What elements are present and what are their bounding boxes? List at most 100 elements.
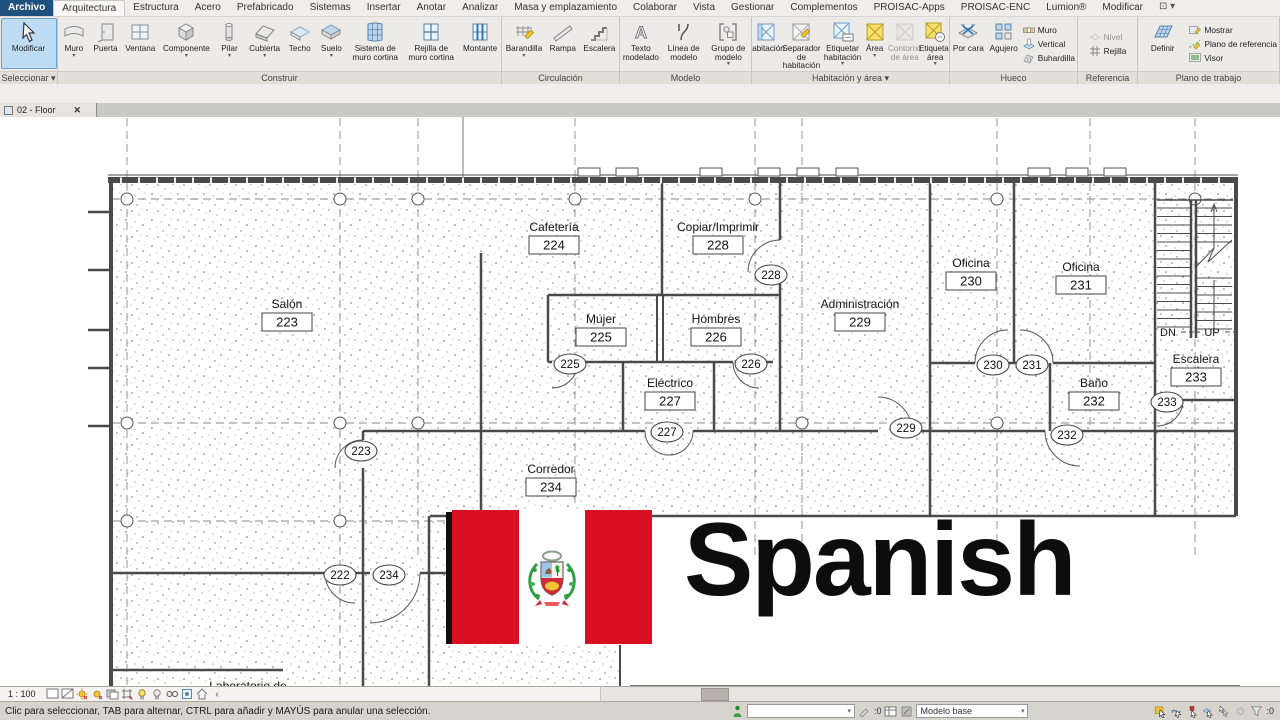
shadows-off-icon[interactable] (91, 688, 104, 700)
room-label-corredor-234[interactable]: Corredor (527, 462, 574, 476)
menu-tab-masa-y-emplazamiento[interactable]: Masa y emplazamiento (506, 0, 625, 16)
door-tag-222[interactable]: 222 (330, 570, 349, 582)
door-tag-231[interactable]: 231 (1022, 360, 1041, 372)
door-tag-228[interactable]: 228 (761, 270, 780, 282)
door-tag-227[interactable]: 227 (657, 427, 676, 439)
selection-filter-icon[interactable] (1250, 705, 1263, 718)
worksharing-user-icon[interactable] (731, 705, 744, 718)
menu-tab-analizar[interactable]: Analizar (454, 0, 506, 16)
ribbon-button-plano-de-referencia[interactable]: Plano de referencia (1189, 37, 1277, 51)
shaded-mode-icon[interactable] (61, 688, 74, 700)
ribbon-button-separador-de-habitaci-n[interactable]: Separador de habitación (779, 18, 824, 70)
ribbon-button-rea[interactable]: Área ▾ (861, 18, 888, 69)
menu-tab-sistemas[interactable]: Sistemas (302, 0, 359, 16)
reveal-hidden-icon[interactable] (166, 688, 179, 700)
drag-on-selection-icon[interactable] (1218, 704, 1231, 718)
crop-view-icon[interactable] (121, 688, 134, 700)
room-number-223[interactable]: 223 (276, 315, 298, 330)
editable-only-icon[interactable] (858, 705, 871, 718)
worksets-dialog-icon[interactable] (884, 705, 897, 718)
ribbon-button-ventana[interactable]: Ventana (121, 18, 159, 69)
menu-tab-estructura[interactable]: Estructura (125, 0, 187, 16)
ribbon-button-etiquetar-rea[interactable]: Etiquetar área ▾ (919, 18, 949, 69)
room-number-224[interactable]: 224 (543, 238, 565, 253)
view-scale-button[interactable]: 1 : 100 (8, 689, 36, 699)
menu-tab-prefabricado[interactable]: Prefabricado (229, 0, 302, 16)
menu-tab-acero[interactable]: Acero (187, 0, 229, 16)
ribbon-button-habitaci-n[interactable]: Habitación (752, 18, 785, 69)
menu-tab-colaborar[interactable]: Colaborar (625, 0, 685, 16)
ribbon-button-grupo-de-modelo[interactable]: Grupo de modelo ▾ (706, 18, 751, 69)
ribbon-button-pilar[interactable]: Pilar ▾ (214, 18, 246, 69)
gray-inactive-icon[interactable] (900, 705, 913, 718)
ribbon-button-componente[interactable]: Componente ▾ (159, 18, 214, 69)
menu-tab-archivo[interactable]: Archivo (0, 0, 54, 16)
door-tag-229[interactable]: 229 (896, 423, 915, 435)
ribbon-button-suelo[interactable]: Suelo ▾ (316, 18, 348, 69)
ribbon-button-rejilla-de-muro-cortina[interactable]: Rejilla de muro cortina (403, 18, 459, 69)
room-number-231[interactable]: 231 (1070, 278, 1092, 293)
ribbon-button-por-cara[interactable]: Por cara (950, 18, 987, 69)
temporary-properties-icon[interactable] (181, 688, 194, 700)
ribbon-button-sistema-de-muro-cortina[interactable]: Sistema de muro cortina (347, 18, 403, 69)
menu-tab-anotar[interactable]: Anotar (409, 0, 454, 16)
menu-tab-modificar[interactable]: Modificar (1094, 0, 1151, 16)
ribbon-button-cubierta[interactable]: Cubierta ▾ (245, 18, 284, 69)
ribbon-button-modificar[interactable]: Modificar (0, 18, 57, 69)
ribbon-button-texto-modelado[interactable]: A Texto modelado (620, 18, 662, 69)
design-options-combobox[interactable]: ▾ (746, 704, 855, 718)
door-tag-234[interactable]: 234 (379, 570, 399, 582)
room-label-administraci-n-229[interactable]: Administración (821, 297, 900, 311)
menu-tab-arquitectura[interactable]: Arquitectura (53, 0, 126, 16)
room-label-mujer-225[interactable]: Mujer (586, 312, 616, 326)
collapse-icon[interactable]: ‹ (211, 688, 224, 700)
active-workset-combobox[interactable]: Modelo base ▾ (916, 704, 1029, 718)
ribbon-button-barandilla[interactable]: Barandilla ▾ (502, 18, 546, 69)
door-tag-232[interactable]: 232 (1057, 430, 1076, 442)
ribbon-button-montante[interactable]: Montante (459, 18, 501, 69)
ribbon-button-agujero[interactable]: Agujero (987, 18, 1021, 69)
ribbon-button-l-nea-de-modelo[interactable]: Línea de modelo (662, 18, 706, 69)
horizontal-scrollbar-thumb[interactable] (701, 688, 729, 701)
ribbon-button-rampa[interactable]: Rampa (546, 18, 580, 69)
room-number-230[interactable]: 230 (960, 274, 982, 289)
room-label-oficina-230[interactable]: Oficina (952, 256, 990, 270)
menu-tab-vista[interactable]: Vista (685, 0, 723, 16)
menu-tab-proisac-apps[interactable]: PROISAC-Apps (866, 0, 953, 16)
rendering-icon[interactable] (106, 688, 119, 700)
door-tag-225[interactable]: 225 (560, 359, 579, 371)
room-label-copiar-imprimir-228[interactable]: Copiar/Imprimir (677, 220, 759, 234)
room-number-228[interactable]: 228 (707, 238, 729, 253)
room-number-234[interactable]: 234 (540, 480, 562, 495)
ribbon-button-muro[interactable]: Muro (1022, 23, 1075, 37)
ribbon-button-mostrar[interactable]: Mostrar (1189, 23, 1277, 37)
room-number-229[interactable]: 229 (849, 315, 871, 330)
room-label-sal-n-223[interactable]: Salón (272, 297, 303, 311)
visual-style-icon[interactable] (46, 688, 59, 700)
ribbon-button-etiquetar-habitaci-n[interactable]: Etiquetar habitación ▾ (824, 18, 861, 69)
menu-tab-lumion[interactable]: Lumion® (1038, 0, 1094, 16)
ribbon-button-vertical[interactable]: Vertical (1023, 37, 1075, 51)
menu-tab-complementos[interactable]: Complementos (782, 0, 865, 16)
ribbon-button-puerta[interactable]: Puerta (90, 18, 122, 69)
menu-tab-insertar[interactable]: Insertar (359, 0, 409, 16)
room-label-cafeter-a-224[interactable]: Cafetería (529, 220, 579, 234)
menu-tab-proisac-enc[interactable]: PROISAC-ENC (953, 0, 1038, 16)
ribbon-button-muro[interactable]: Muro ▾ (58, 18, 90, 69)
select-by-face-icon[interactable] (1202, 705, 1215, 718)
room-number-232[interactable]: 232 (1083, 394, 1105, 409)
sun-settings-icon[interactable] (76, 688, 89, 700)
ribbon-button-visor[interactable]: Visor (1189, 51, 1277, 65)
view-tab-02-floor[interactable]: 02 - Floor ✕ (0, 103, 97, 117)
room-label-escalera-233[interactable]: Escalera (1173, 352, 1220, 366)
hints-gear-icon[interactable] (1234, 705, 1247, 718)
door-tag-223[interactable]: 223 (351, 446, 370, 458)
view-tab-close-icon[interactable]: ✕ (74, 105, 82, 116)
select-underlay-icon[interactable] (1170, 705, 1183, 718)
room-label-oficina-231[interactable]: Oficina (1062, 260, 1100, 274)
door-tag-230[interactable]: 230 (983, 360, 1002, 372)
door-tag-226[interactable]: 226 (741, 359, 760, 371)
select-pinned-icon[interactable] (1186, 705, 1199, 718)
ribbon-button-techo[interactable]: Techo (284, 18, 316, 69)
horizontal-scrollbar[interactable] (600, 687, 1280, 701)
